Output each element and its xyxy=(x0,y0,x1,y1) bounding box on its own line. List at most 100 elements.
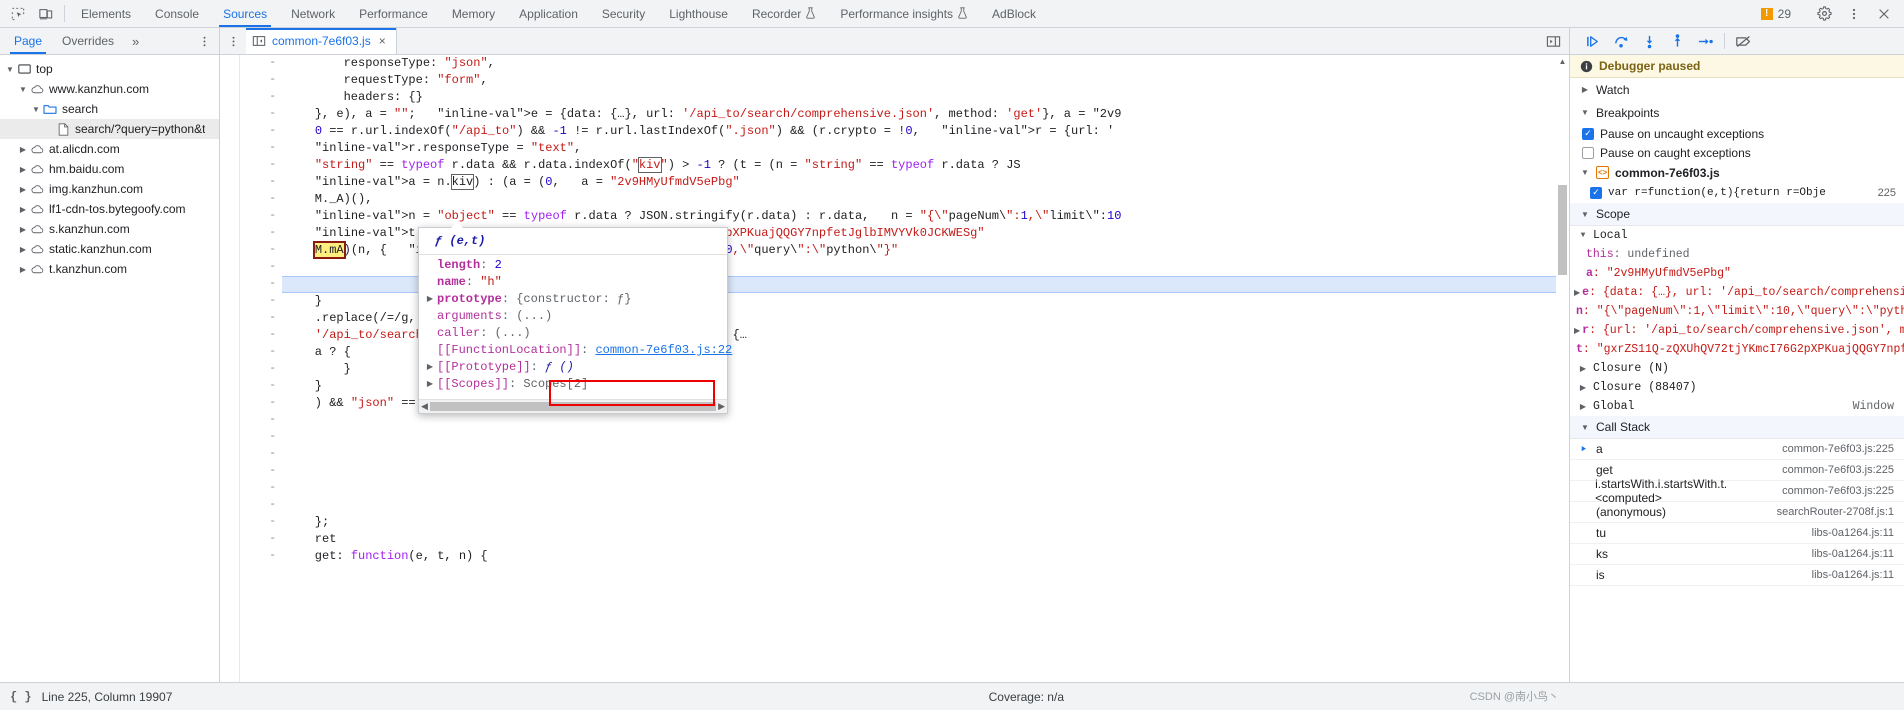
scope-variable[interactable]: t: "gxrZS11Q-zQXUhQV72tjYKmcI76G2pXPKuaj… xyxy=(1570,340,1904,359)
chevron-right-icon[interactable]: ▶ xyxy=(1578,402,1588,412)
tree-node-static-kanzhun-com[interactable]: ▶ static.kanzhun.com xyxy=(0,239,219,259)
navigator-menu-icon[interactable] xyxy=(190,28,219,54)
editor-tab-common-js[interactable]: common-7e6f03.js × xyxy=(246,28,397,54)
close-icon[interactable] xyxy=(1870,7,1898,21)
popup-property-row[interactable]: [[FunctionLocation]]: common-7e6f03.js:2… xyxy=(419,342,732,359)
call-stack-frame[interactable]: i.startsWith.i.startsWith.t.<computed> co… xyxy=(1570,477,1904,505)
tab-performance-insights[interactable]: Performance insights xyxy=(828,0,980,27)
scope-group[interactable]: ▶ Global Window xyxy=(1570,397,1904,416)
debugger-sections[interactable]: ▶ Watch ▼ Breakpoints ✓ Pause on uncaugh… xyxy=(1570,78,1904,710)
tab-console[interactable]: Console xyxy=(143,0,211,27)
call-stack-frame[interactable]: ⯈ a common-7e6f03.js:225 xyxy=(1570,439,1904,460)
frame-location[interactable]: common-7e6f03.js:225 xyxy=(1782,443,1904,455)
scroll-right-icon[interactable]: ▶ xyxy=(718,402,725,412)
popup-property-row[interactable]: ▶ [[Prototype]]: ƒ () xyxy=(419,359,727,376)
code-content[interactable]: responseType: "json", requestType: "form… xyxy=(282,55,1569,682)
section-breakpoints[interactable]: ▼ Breakpoints xyxy=(1570,101,1904,124)
tab-memory[interactable]: Memory xyxy=(440,0,507,27)
scope-variable[interactable]: this: undefined xyxy=(1570,245,1904,264)
object-hover-popup[interactable]: ƒ (e,t) length: 2 name: "h" ▶ prototype: {c… xyxy=(418,221,732,414)
resume-button[interactable] xyxy=(1580,30,1606,52)
call-stack-frame[interactable]: is libs-0a1264.js:11 xyxy=(1570,565,1904,586)
frame-location[interactable]: libs-0a1264.js:11 xyxy=(1812,527,1904,539)
tab-sources[interactable]: Sources xyxy=(211,0,279,27)
pretty-print-icon[interactable]: { } xyxy=(10,690,32,704)
chevron-right-icon[interactable]: ▶ xyxy=(17,265,29,274)
property-value[interactable]: common-7e6f03.js:22 xyxy=(595,342,732,359)
call-stack-list[interactable]: ⯈ a common-7e6f03.js:225 get common-7e6f03.j… xyxy=(1570,439,1904,586)
step-out-button[interactable] xyxy=(1664,30,1690,52)
chevron-right-icon[interactable]: ▶ xyxy=(423,291,437,308)
section-watch[interactable]: ▶ Watch xyxy=(1570,78,1904,101)
chevron-right-icon[interactable]: ▶ xyxy=(17,165,29,174)
tab-lighthouse[interactable]: Lighthouse xyxy=(657,0,740,27)
tab-adblock[interactable]: AdBlock xyxy=(980,0,1048,27)
step-button[interactable] xyxy=(1692,30,1718,52)
chevron-right-icon[interactable]: ▶ xyxy=(423,359,437,376)
tab-network[interactable]: Network xyxy=(279,0,347,27)
chevron-right-icon[interactable]: ▶ xyxy=(17,145,29,154)
scope-group[interactable]: ▶ Closure (N) xyxy=(1570,359,1904,378)
scroll-up-icon[interactable]: ▲ xyxy=(1556,55,1569,68)
call-stack-frame[interactable]: ks libs-0a1264.js:11 xyxy=(1570,544,1904,565)
scope-variable-list[interactable]: this: undefined a: "2v9HMyUfmdV5ePbg" ▶ e: … xyxy=(1570,245,1904,359)
popup-property-row[interactable]: ▶ [[Scopes]]: Scopes[2] xyxy=(419,376,727,393)
chevron-right-icon[interactable]: ▶ xyxy=(1574,288,1580,298)
frame-location[interactable]: common-7e6f03.js:225 xyxy=(1782,485,1904,497)
frame-location[interactable]: libs-0a1264.js:11 xyxy=(1812,548,1904,560)
deactivate-breakpoints-button[interactable] xyxy=(1731,30,1757,52)
tree-node-img-kanzhun-com[interactable]: ▶ img.kanzhun.com xyxy=(0,179,219,199)
file-tree[interactable]: ▼ top ▼ www.kanzhun.com ▼ search search/?query… xyxy=(0,55,219,697)
chevron-right-icon[interactable]: ▶ xyxy=(17,185,29,194)
gear-icon[interactable] xyxy=(1810,6,1838,21)
chevron-right-icon[interactable]: ▶ xyxy=(17,225,29,234)
tab-security[interactable]: Security xyxy=(590,0,657,27)
chevron-right-icon[interactable]: ▶ xyxy=(1574,326,1580,336)
chevron-down-icon[interactable]: ▼ xyxy=(30,105,42,114)
scope-variable[interactable]: ▶ e: {data: {…}, url: '/api_to/search/com… xyxy=(1570,283,1904,302)
pause-uncaught-row[interactable]: ✓ Pause on uncaught exceptions xyxy=(1570,124,1904,143)
nav-tab-page[interactable]: Page xyxy=(4,28,52,54)
popup-property-row[interactable]: name: "h" xyxy=(419,274,727,291)
scroll-left-icon[interactable]: ◀ xyxy=(421,402,428,412)
breakpoint-file-row[interactable]: ▼ <> common-7e6f03.js xyxy=(1570,162,1904,183)
editor-menu-icon[interactable] xyxy=(220,28,246,54)
checkbox-checked-icon[interactable]: ✓ xyxy=(1582,127,1594,140)
scope-group-list[interactable]: ▶ Closure (N) ▶ Closure (88407) ▶ Global Windo… xyxy=(1570,359,1904,416)
nav-tab-overrides[interactable]: Overrides xyxy=(52,28,124,54)
chevron-right-icon[interactable]: ▶ xyxy=(423,376,437,393)
inspect-element-icon[interactable] xyxy=(4,0,32,27)
frame-location[interactable]: searchRouter-2708f.js:1 xyxy=(1777,506,1904,518)
chevron-right-icon[interactable]: ▶ xyxy=(1578,364,1588,374)
pause-caught-row[interactable]: Pause on caught exceptions xyxy=(1570,143,1904,162)
chevron-right-icon[interactable]: ▶ xyxy=(17,245,29,254)
scope-local-header[interactable]: ▼ Local xyxy=(1570,226,1904,245)
tree-node-hm-baidu-com[interactable]: ▶ hm.baidu.com xyxy=(0,159,219,179)
chevron-down-icon[interactable]: ▼ xyxy=(17,85,29,94)
tree-node-at-alicdn-com[interactable]: ▶ at.alicdn.com xyxy=(0,139,219,159)
scrollbar-thumb[interactable] xyxy=(1558,185,1567,275)
breakpoint-entry-row[interactable]: ✓ var r=function(e,t){return r=Object.se… xyxy=(1570,183,1904,203)
popup-property-row[interactable]: caller: (...) xyxy=(419,325,727,342)
chevron-right-icon[interactable]: ▶ xyxy=(17,205,29,214)
tab-recorder[interactable]: Recorder xyxy=(740,0,828,27)
frame-location[interactable]: common-7e6f03.js:225 xyxy=(1782,464,1904,476)
call-stack-frame[interactable]: (anonymous) searchRouter-2708f.js:1 xyxy=(1570,502,1904,523)
chevron-down-icon[interactable]: ▼ xyxy=(4,65,16,74)
scope-variable[interactable]: ▶ r: {url: '/api_to/search/comprehensive.… xyxy=(1570,321,1904,340)
scope-variable[interactable]: a: "2v9HMyUfmdV5ePbg" xyxy=(1570,264,1904,283)
tree-node-t-kanzhun-com[interactable]: ▶ t.kanzhun.com xyxy=(0,259,219,279)
editor-vertical-scrollbar[interactable]: ▲ xyxy=(1556,55,1569,682)
tree-node-s-kanzhun-com[interactable]: ▶ s.kanzhun.com xyxy=(0,219,219,239)
step-over-button[interactable] xyxy=(1608,30,1634,52)
tab-performance[interactable]: Performance xyxy=(347,0,440,27)
tree-node-www-kanzhun-com[interactable]: ▼ www.kanzhun.com xyxy=(0,79,219,99)
show-debugger-sidebar-icon[interactable] xyxy=(1546,28,1569,54)
checkbox-unchecked-icon[interactable] xyxy=(1582,146,1594,159)
checkbox-checked-icon[interactable]: ✓ xyxy=(1590,187,1602,199)
popup-property-row[interactable]: length: 2 xyxy=(419,257,727,274)
scrollbar-thumb[interactable] xyxy=(429,402,717,411)
close-icon[interactable]: × xyxy=(377,34,388,48)
step-into-button[interactable] xyxy=(1636,30,1662,52)
call-stack-frame[interactable]: tu libs-0a1264.js:11 xyxy=(1570,523,1904,544)
